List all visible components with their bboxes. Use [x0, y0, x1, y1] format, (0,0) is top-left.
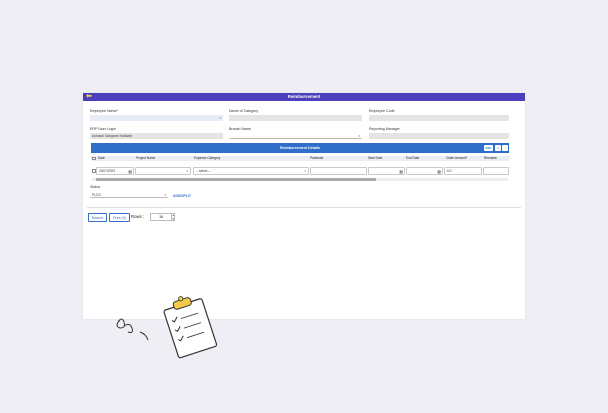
page-title: Reimbursement — [287, 94, 321, 99]
reporting-manager-label: Reporting Manager — [369, 127, 400, 131]
col-expense-category: Expense Category — [194, 156, 221, 160]
col-particular: Particular — [310, 156, 324, 160]
claim-amount-input[interactable]: 0.0 — [444, 167, 482, 175]
name-of-category-label: Name of Category — [229, 109, 259, 113]
particular-input[interactable] — [310, 167, 367, 175]
clipboard-illustration — [116, 296, 218, 359]
date-input[interactable]: 20/07/2023 ▦ — [96, 167, 134, 175]
reporting-manager-field — [369, 133, 509, 139]
col-project-name: Project Name — [136, 156, 156, 160]
calendar-icon[interactable]: ▦ — [128, 168, 132, 174]
employee-name-select[interactable]: ▾ — [90, 115, 223, 121]
add-row-button[interactable]: + — [495, 145, 501, 151]
edit-button[interactable]: Edit — [484, 145, 493, 151]
branch-name-label: Branch Name — [229, 127, 251, 131]
branch-name-select[interactable]: ▾ — [229, 133, 362, 139]
employee-name-label: Employee Name* — [90, 109, 118, 113]
chevron-down-icon: ▾ — [219, 116, 221, 120]
reimbursement-details-title: Reimbursement Details — [280, 146, 320, 150]
clipboard-icon — [163, 296, 218, 359]
search-button[interactable]: Search — [88, 213, 107, 222]
col-claim-amount: Claim Amount* — [446, 156, 468, 160]
calendar-icon[interactable]: ▦ — [399, 168, 403, 174]
chevron-down-icon: ▾ — [186, 169, 188, 173]
remove-row-button[interactable]: - — [502, 145, 508, 151]
reimbursement-details-header: Reimbursement Details Edit + - — [91, 143, 509, 153]
calendar-icon[interactable]: ▦ — [437, 168, 441, 174]
table-header: Date Project Name Expense Category Parti… — [91, 156, 509, 161]
end-date-input[interactable]: ▦ — [406, 167, 443, 175]
squiggle-icon — [116, 318, 133, 333]
col-start-date: Start Date — [368, 156, 383, 160]
name-of-category-field — [229, 115, 362, 121]
arrow-left-icon[interactable]: ⬅ — [86, 93, 92, 101]
col-date: Date — [98, 156, 105, 160]
status-select[interactable]: PLDC ▾ — [90, 192, 168, 198]
project-name-select[interactable]: ▾ — [135, 167, 191, 175]
row-checkbox[interactable] — [92, 169, 96, 173]
start-date-input[interactable]: ▦ — [368, 167, 405, 175]
employee-code-label: Employee Code — [369, 109, 395, 113]
chevron-down-icon: ▾ — [164, 193, 166, 197]
status-label: Status — [90, 185, 101, 189]
expense-category-select[interactable]: -- select -- ▾ — [193, 167, 309, 175]
chevron-down-icon: ▾ — [358, 134, 360, 138]
divider — [87, 207, 521, 208]
col-end-date: End Date — [406, 156, 420, 160]
col-remarks: Remarks — [484, 156, 497, 160]
add-split-link[interactable]: ADD/SPLIT — [173, 194, 191, 198]
rows-stepper[interactable]: ▲ ▼ — [171, 213, 175, 221]
rows-input[interactable]: 15 — [150, 213, 172, 221]
chevron-down-icon: ▾ — [304, 169, 306, 173]
table-scrollbar[interactable] — [92, 178, 508, 181]
print-button[interactable]: Print (0) — [109, 213, 130, 222]
scrollbar-thumb[interactable] — [96, 178, 376, 181]
rows-label: Rows : — [131, 214, 145, 219]
select-all-checkbox[interactable] — [92, 156, 96, 161]
employee-code-field — [369, 115, 509, 121]
erp-user-login-field: Avinash Sangram Hadkale — [90, 133, 223, 139]
reimbursement-panel: ⬅ Reimbursement Employee Name* Name of C… — [83, 93, 525, 319]
remarks-input[interactable] — [483, 167, 509, 175]
erp-user-login-label: ERP User Login — [90, 127, 116, 131]
titlebar: ⬅ Reimbursement — [83, 93, 525, 101]
